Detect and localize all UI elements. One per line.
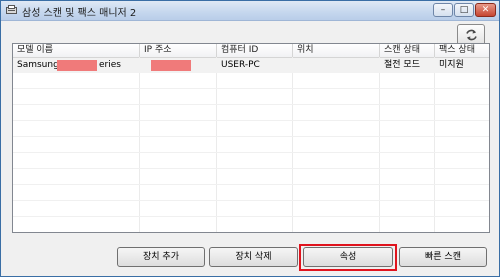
quick-scan-button[interactable]: 빠른 스캔: [399, 247, 487, 267]
column-header-location[interactable]: 위치: [293, 44, 380, 57]
column-divider: [292, 57, 293, 232]
maximize-button[interactable]: □: [454, 3, 474, 17]
location-cell: [293, 58, 380, 73]
minimize-button[interactable]: –: [433, 3, 453, 17]
window-title: 삼성 스캔 및 팩스 매니저 2: [22, 8, 137, 19]
column-divider: [434, 57, 435, 232]
model-name-suffix: eries: [99, 60, 121, 70]
redacted-model-block: [57, 60, 97, 71]
close-button[interactable]: ✕: [475, 3, 496, 17]
column-header-scan-status[interactable]: 스캔 상태: [380, 44, 435, 57]
add-device-button[interactable]: 장치 추가: [117, 247, 205, 267]
model-cell: Samsung eries: [13, 58, 140, 73]
computer-id-cell: USER-PC: [221, 60, 260, 70]
scan-fax-manager-window: 삼성 스캔 및 팩스 매니저 2 – □ ✕ 모델 이름 IP 주소 컴퓨터 I…: [0, 0, 500, 277]
properties-highlight-box: [299, 244, 397, 271]
row-divider: [13, 120, 489, 121]
column-divider: [216, 57, 217, 232]
fax-status-cell: 미지원: [439, 60, 464, 70]
delete-device-button[interactable]: 장치 삭제: [209, 247, 298, 267]
column-header-ip[interactable]: IP 주소: [140, 44, 217, 57]
list-header: 모델 이름 IP 주소 컴퓨터 ID 위치 스캔 상태 팩스 상태: [13, 44, 489, 58]
column-divider: [139, 57, 140, 232]
refresh-icon: [466, 29, 477, 41]
column-header-computer-id[interactable]: 컴퓨터 ID: [217, 44, 293, 57]
ip-cell: [140, 58, 217, 73]
row-divider: [13, 216, 489, 217]
row-divider: [13, 168, 489, 169]
redacted-ip-block: [151, 60, 191, 71]
row-divider: [13, 152, 489, 153]
row-divider: [13, 184, 489, 185]
scan-status-cell: 절전 모드: [384, 60, 420, 70]
app-icon: [6, 5, 17, 14]
table-row[interactable]: Samsung eries USER-PC 절전 모드 미지원: [13, 58, 489, 73]
column-header-fax-status[interactable]: 팩스 상태: [435, 44, 489, 57]
row-divider: [13, 88, 489, 89]
row-divider: [13, 200, 489, 201]
column-divider: [379, 57, 380, 232]
model-name-prefix: Samsung: [17, 60, 59, 70]
row-divider: [13, 104, 489, 105]
row-divider: [13, 136, 489, 137]
column-header-model[interactable]: 모델 이름: [13, 44, 140, 57]
device-list[interactable]: 모델 이름 IP 주소 컴퓨터 ID 위치 스캔 상태 팩스 상태 Samsun…: [12, 43, 490, 233]
title-bar[interactable]: 삼성 스캔 및 팩스 매니저 2 – □ ✕: [1, 1, 499, 21]
